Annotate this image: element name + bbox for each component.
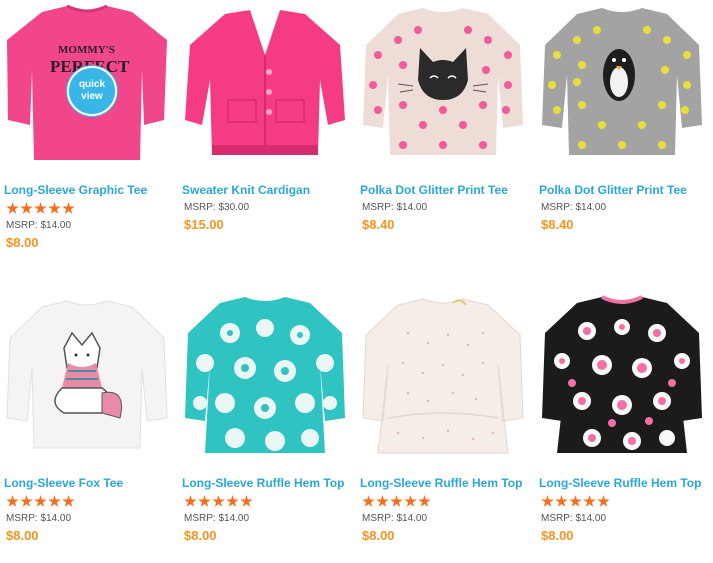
- product-card[interactable]: MOMMY'S PERFECT quick view Long-Sleeve G…: [2, 0, 177, 270]
- sale-price: $8.00: [541, 528, 574, 543]
- msrp-price: MSRP: $14.00: [541, 513, 607, 524]
- product-card[interactable]: Long-Sleeve Fox Tee MSRP: $14.00 $8.00: [2, 293, 177, 563]
- msrp-price: MSRP: $14.00: [184, 513, 250, 524]
- sale-price: $8.00: [6, 528, 39, 543]
- sale-price: $8.00: [362, 528, 395, 543]
- shirt-print-top: MOMMY'S: [58, 44, 115, 56]
- sale-price: $8.40: [541, 217, 574, 232]
- star-icon: [583, 495, 596, 507]
- rating-stars: [541, 495, 611, 509]
- product-image[interactable]: MOMMY'S PERFECT quick view: [2, 0, 172, 165]
- product-name[interactable]: Long-Sleeve Ruffle Hem Top: [539, 476, 701, 490]
- rating-stars: [362, 495, 432, 509]
- star-icon: [418, 495, 431, 507]
- product-name[interactable]: Polka Dot Glitter Print Tee: [360, 183, 508, 197]
- star-icon: [48, 495, 61, 507]
- star-icon: [212, 495, 225, 507]
- quick-view-button[interactable]: quick view: [67, 66, 117, 116]
- star-icon: [376, 495, 389, 507]
- product-name[interactable]: Long-Sleeve Fox Tee: [4, 476, 123, 490]
- sale-price: $8.00: [6, 235, 39, 250]
- rating-stars: [6, 495, 76, 509]
- star-icon: [34, 202, 47, 214]
- product-image[interactable]: [180, 0, 350, 165]
- product-image[interactable]: [537, 0, 707, 165]
- star-icon: [404, 495, 417, 507]
- msrp-price: MSRP: $14.00: [362, 513, 428, 524]
- sale-price: $8.00: [184, 528, 217, 543]
- sale-price: $15.00: [184, 217, 224, 232]
- star-icon: [390, 495, 403, 507]
- product-name[interactable]: Polka Dot Glitter Print Tee: [539, 183, 687, 197]
- product-name[interactable]: Long-Sleeve Ruffle Hem Top: [182, 476, 344, 490]
- product-image[interactable]: [358, 0, 528, 165]
- star-icon: [362, 495, 375, 507]
- star-icon: [6, 202, 19, 214]
- star-icon: [541, 495, 554, 507]
- product-image[interactable]: [180, 293, 350, 458]
- msrp-price: MSRP: $14.00: [6, 220, 72, 231]
- star-icon: [226, 495, 239, 507]
- star-icon: [184, 495, 197, 507]
- product-card[interactable]: Polka Dot Glitter Print Tee MSRP: $14.00…: [358, 0, 533, 270]
- msrp-price: MSRP: $14.00: [6, 513, 72, 524]
- rating-stars: [184, 495, 254, 509]
- star-icon: [198, 495, 211, 507]
- product-name[interactable]: Sweater Knit Cardigan: [182, 183, 310, 197]
- msrp-price: MSRP: $14.00: [362, 202, 428, 213]
- product-card[interactable]: Long-Sleeve Ruffle Hem Top MSRP: $14.00 …: [358, 293, 533, 563]
- star-icon: [569, 495, 582, 507]
- star-icon: [6, 495, 19, 507]
- msrp-price: MSRP: $14.00: [541, 202, 607, 213]
- product-image[interactable]: [2, 293, 172, 458]
- star-icon: [62, 495, 75, 507]
- star-icon: [555, 495, 568, 507]
- product-card[interactable]: Long-Sleeve Ruffle Hem Top MSRP: $14.00 …: [180, 293, 355, 563]
- msrp-price: MSRP: $30.00: [184, 202, 250, 213]
- star-icon: [20, 202, 33, 214]
- rating-stars: [6, 202, 76, 216]
- product-card[interactable]: Long-Sleeve Ruffle Hem Top MSRP: $14.00 …: [537, 293, 712, 563]
- star-icon: [597, 495, 610, 507]
- product-name[interactable]: Long-Sleeve Graphic Tee: [4, 183, 147, 197]
- star-icon: [20, 495, 33, 507]
- star-icon: [34, 495, 47, 507]
- star-icon: [62, 202, 75, 214]
- product-image[interactable]: [537, 293, 707, 458]
- product-card[interactable]: Sweater Knit Cardigan MSRP: $30.00 $15.0…: [180, 0, 355, 270]
- sale-price: $8.40: [362, 217, 395, 232]
- product-image[interactable]: [358, 293, 528, 458]
- star-icon: [240, 495, 253, 507]
- star-icon: [48, 202, 61, 214]
- product-card[interactable]: Polka Dot Glitter Print Tee MSRP: $14.00…: [537, 0, 712, 270]
- product-name[interactable]: Long-Sleeve Ruffle Hem Top: [360, 476, 522, 490]
